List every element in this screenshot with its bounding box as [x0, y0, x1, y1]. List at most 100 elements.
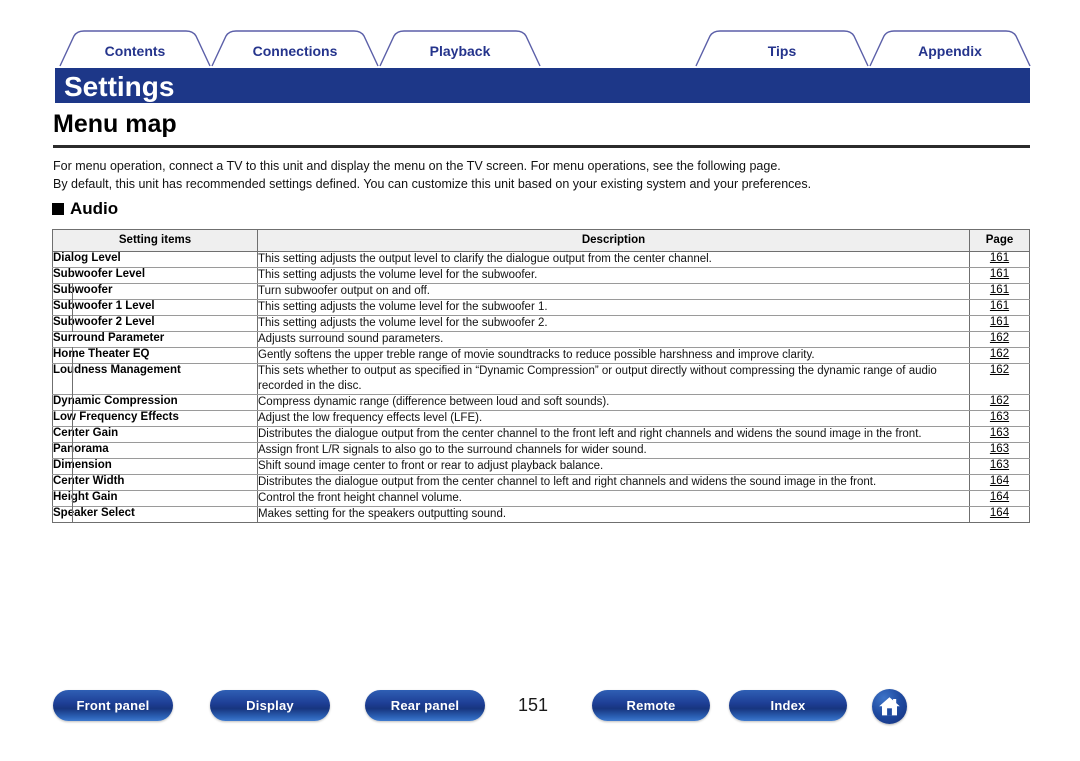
setting-item-description: This setting adjusts the volume level fo… [257, 315, 970, 332]
section-title: Settings [64, 71, 175, 102]
setting-item-description: This setting adjusts the output level to… [257, 251, 970, 268]
index-button[interactable]: Index [729, 690, 847, 721]
table-header-row: Setting items Description Page [52, 229, 1030, 252]
table-row: Low Frequency Effects Adjust the low freq… [52, 409, 1030, 427]
page-reference-cell: 163 [969, 410, 1030, 427]
page-reference-link[interactable]: 164 [990, 491, 1009, 503]
page-reference-cell: 163 [969, 426, 1030, 443]
page-reference-link[interactable]: 161 [990, 284, 1009, 296]
page-reference-cell: 161 [969, 299, 1030, 316]
setting-item-description: Control the front height channel volume. [257, 490, 970, 507]
section-title-bar: Settings [55, 68, 1030, 103]
page-reference-cell: 161 [969, 283, 1030, 300]
table-row: Panorama Assign front L/R signals to also… [52, 441, 1030, 459]
page-reference-link[interactable]: 162 [990, 332, 1009, 344]
page-reference-link[interactable]: 163 [990, 427, 1009, 439]
setting-item-name: Loudness Management [52, 362, 258, 395]
table-row: Subwoofer 1 Level This setting adjusts th… [52, 298, 1030, 316]
page-reference-link[interactable]: 163 [990, 443, 1009, 455]
setting-item-description: This setting adjusts the volume level fo… [257, 267, 970, 284]
front-panel-button[interactable]: Front panel [53, 690, 173, 721]
column-header-page: Page [969, 229, 1030, 252]
table-row: Home Theater EQ Gently softens the upper … [52, 346, 1030, 364]
setting-item-name: Surround Parameter [52, 331, 258, 348]
setting-item-name: Dimension [52, 457, 258, 475]
tab-contents[interactable]: Contents [84, 44, 186, 58]
table-row: Loudness Management This sets whether to … [52, 362, 1030, 395]
table-row: Subwoofer 2 Level This setting adjusts th… [52, 314, 1030, 332]
setting-item-name: Center Width [52, 473, 258, 491]
intro-line-1: For menu operation, connect a TV to this… [53, 159, 781, 173]
remote-button[interactable]: Remote [592, 690, 710, 721]
setting-item-name: Subwoofer [52, 282, 258, 300]
tab-tips[interactable]: Tips [720, 44, 844, 58]
tab-appendix[interactable]: Appendix [894, 44, 1006, 58]
page-reference-link[interactable]: 161 [990, 252, 1009, 264]
page-reference-cell: 163 [969, 458, 1030, 475]
intro-paragraph: For menu operation, connect a TV to this… [53, 157, 1033, 193]
page-reference-link[interactable]: 162 [990, 364, 1009, 376]
setting-item-name: Subwoofer 1 Level [52, 298, 258, 316]
home-button[interactable] [872, 689, 907, 724]
page-reference-cell: 162 [969, 347, 1030, 364]
page-reference-cell: 164 [969, 474, 1030, 491]
page-reference-cell: 162 [969, 331, 1030, 348]
page-reference-cell: 164 [969, 490, 1030, 507]
setting-item-description: Turn subwoofer output on and off. [257, 283, 970, 300]
page-reference-link[interactable]: 164 [990, 507, 1009, 519]
tab-bar: Contents Connections Playback Tips Appen… [0, 0, 1080, 68]
setting-item-name: Subwoofer 2 Level [52, 314, 258, 332]
setting-item-name: Speaker Select [52, 505, 258, 523]
table-row: Dialog Level This setting adjusts the out… [52, 251, 1030, 268]
setting-item-description: Distributes the dialogue output from the… [257, 474, 970, 491]
title-divider [53, 145, 1030, 148]
page-reference-link[interactable]: 163 [990, 411, 1009, 423]
section-heading: Audio [52, 200, 118, 217]
setting-item-name: Center Gain [52, 425, 258, 443]
table-row: Speaker Select Makes setting for the spea… [52, 505, 1030, 523]
setting-item-name: Low Frequency Effects [52, 409, 258, 427]
setting-item-description: This setting adjusts the volume level fo… [257, 299, 970, 316]
setting-item-name: Height Gain [52, 489, 258, 507]
tab-playback[interactable]: Playback [404, 44, 516, 58]
page-reference-link[interactable]: 161 [990, 300, 1009, 312]
table-row: Height Gain Control the front height chan… [52, 489, 1030, 507]
page-reference-cell: 162 [969, 363, 1030, 395]
setting-item-name: Dynamic Compression [52, 393, 258, 411]
column-header-description: Description [257, 229, 970, 252]
table-row: Dynamic Compression Compress dynamic rang… [52, 393, 1030, 411]
page-reference-cell: 163 [969, 442, 1030, 459]
setting-item-name: Dialog Level [52, 251, 258, 268]
setting-item-description: This sets whether to output as specified… [257, 363, 970, 395]
rear-panel-button[interactable]: Rear panel [365, 690, 485, 721]
setting-item-description: Makes setting for the speakers outputtin… [257, 506, 970, 523]
page-reference-link[interactable]: 161 [990, 316, 1009, 328]
setting-item-description: Compress dynamic range (difference betwe… [257, 394, 970, 411]
setting-item-description: Adjusts surround sound parameters. [257, 331, 970, 348]
page-reference-link[interactable]: 161 [990, 268, 1009, 280]
setting-item-description: Gently softens the upper treble range of… [257, 347, 970, 364]
setting-item-description: Shift sound image center to front or rea… [257, 458, 970, 475]
column-header-setting-items: Setting items [52, 229, 258, 252]
tab-connections[interactable]: Connections [236, 44, 354, 58]
table-row: Center Width Distributes the dialogue out… [52, 473, 1030, 491]
menu-map-table: Setting items Description Page Dialog Le… [52, 229, 1030, 523]
intro-line-2: By default, this unit has recommended se… [53, 177, 812, 191]
table-row: Surround Parameter Adjusts surround sound… [52, 331, 1030, 348]
page-reference-link[interactable]: 163 [990, 459, 1009, 471]
home-icon [879, 697, 900, 716]
page-reference-cell: 161 [969, 315, 1030, 332]
page-reference-cell: 161 [969, 267, 1030, 284]
page-reference-cell: 161 [969, 251, 1030, 268]
table-row: Center Gain Distributes the dialogue outp… [52, 425, 1030, 443]
page-reference-link[interactable]: 162 [990, 395, 1009, 407]
table-row: Subwoofer Level This setting adjusts the … [52, 267, 1030, 284]
page-number: 151 [518, 695, 549, 715]
setting-item-name: Panorama [52, 441, 258, 459]
page-reference-link[interactable]: 162 [990, 348, 1009, 360]
page-reference-link[interactable]: 164 [990, 475, 1009, 487]
page-reference-cell: 164 [969, 506, 1030, 523]
display-button[interactable]: Display [210, 690, 330, 721]
setting-item-description: Adjust the low frequency effects level (… [257, 410, 970, 427]
setting-item-name: Subwoofer Level [52, 267, 258, 284]
